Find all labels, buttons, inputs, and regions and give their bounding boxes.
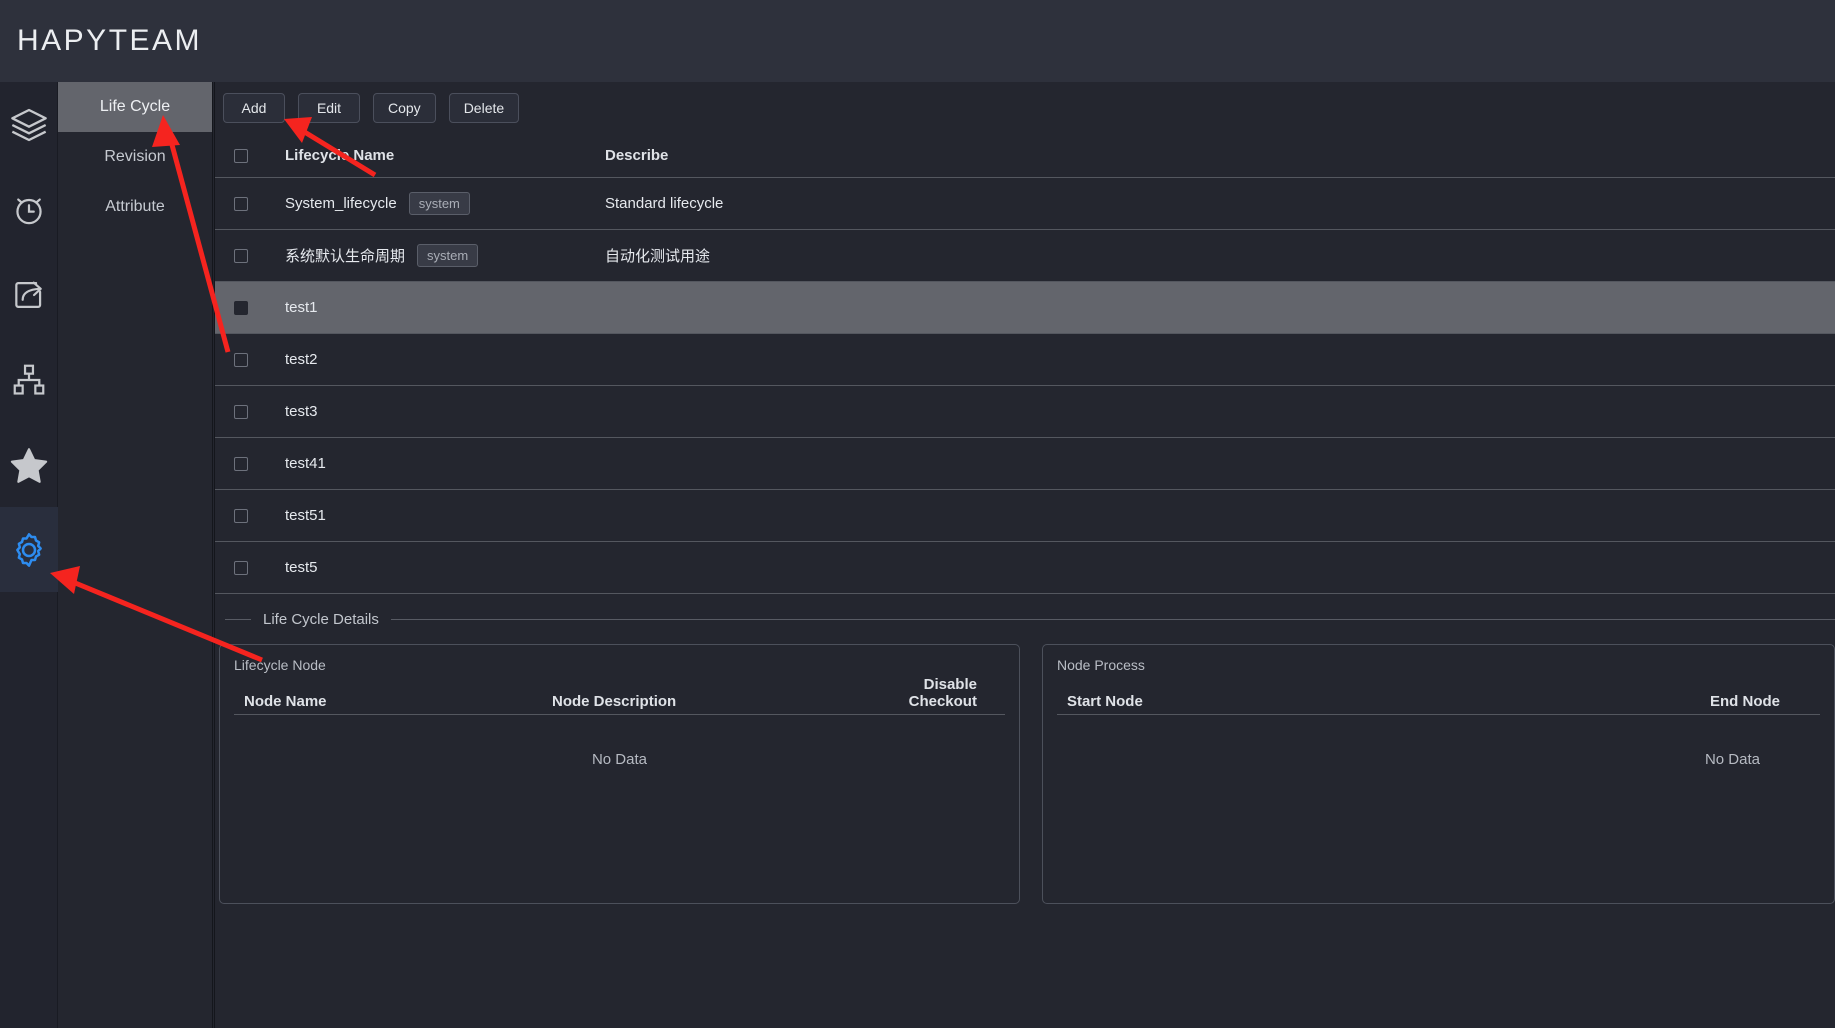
icon-rail bbox=[0, 82, 58, 1028]
cell-lifecycle-name: test41 bbox=[285, 455, 605, 472]
star-icon bbox=[8, 444, 50, 486]
gear-icon bbox=[9, 530, 49, 570]
table-row[interactable]: test3 bbox=[215, 386, 1835, 438]
divider-line bbox=[390, 618, 1835, 620]
row-checkbox-checked[interactable] bbox=[234, 300, 248, 315]
header-node-description: Node Description bbox=[552, 693, 677, 710]
app-root: HAPYTEAM Life Cycle Revision Attribute A… bbox=[0, 0, 1835, 1028]
cell-lifecycle-name: test51 bbox=[285, 507, 605, 524]
lifecycle-name-text: test51 bbox=[285, 507, 326, 524]
header-lifecycle-name: Lifecycle Name bbox=[285, 147, 395, 164]
cell-describe: 自动化测试用途 bbox=[605, 248, 711, 265]
add-button[interactable]: Add bbox=[223, 93, 285, 123]
node-process-panel-title: Node Process bbox=[1056, 657, 1145, 673]
system-tag: system bbox=[408, 192, 470, 215]
lifecycle-name-text: 系统默认生命周期 bbox=[285, 248, 406, 265]
table-row[interactable]: test2 bbox=[215, 334, 1835, 386]
detail-panels: Lifecycle Node Node Name Node Descriptio… bbox=[215, 644, 1835, 904]
lifecycle-name-text: test41 bbox=[285, 455, 326, 472]
table-row[interactable]: test5 bbox=[215, 542, 1835, 594]
sidebar-item-life-cycle[interactable]: Life Cycle bbox=[58, 82, 212, 132]
lifecycle-table: Lifecycle Name Describe System_lifecycle… bbox=[215, 134, 1835, 594]
row-checkbox[interactable] bbox=[234, 248, 248, 263]
cell-describe: Standard lifecycle bbox=[605, 195, 724, 212]
cell-lifecycle-name: test5 bbox=[285, 559, 605, 576]
delete-button[interactable]: Delete bbox=[448, 93, 520, 123]
table-row[interactable]: test41 bbox=[215, 438, 1835, 490]
row-checkbox[interactable] bbox=[234, 456, 248, 471]
table-row[interactable]: System_lifecycle system Standard lifecyc… bbox=[215, 178, 1835, 230]
share-icon bbox=[10, 276, 48, 314]
header-end-node: End Node bbox=[1710, 693, 1780, 710]
divider-dash bbox=[225, 618, 251, 620]
table-row[interactable]: test51 bbox=[215, 490, 1835, 542]
lifecycle-node-panel: Lifecycle Node Node Name Node Descriptio… bbox=[219, 644, 1020, 904]
header-describe: Describe bbox=[605, 147, 669, 164]
row-select-cell[interactable] bbox=[215, 560, 285, 575]
row-select-cell[interactable] bbox=[215, 404, 285, 419]
clock-icon bbox=[10, 191, 48, 229]
node-process-panel: Node Process Start Node End Node No Data bbox=[1041, 644, 1835, 904]
copy-button[interactable]: Copy bbox=[373, 93, 436, 123]
rail-item-clock[interactable] bbox=[0, 167, 58, 252]
sidebar-item-revision[interactable]: Revision bbox=[58, 132, 212, 182]
row-checkbox[interactable] bbox=[234, 404, 248, 419]
life-cycle-details-title: Life Cycle Details bbox=[263, 610, 379, 628]
rail-item-star[interactable] bbox=[0, 422, 58, 507]
row-checkbox[interactable] bbox=[234, 560, 248, 575]
row-select-cell[interactable] bbox=[215, 300, 285, 315]
row-select-cell[interactable] bbox=[215, 508, 285, 523]
system-tag: system bbox=[417, 244, 479, 267]
main-content: Add Edit Copy Delete Lifecycle Name Desc… bbox=[214, 82, 1835, 1028]
row-checkbox[interactable] bbox=[234, 196, 248, 211]
lifecycle-name-text: test5 bbox=[285, 559, 318, 576]
sitemap-icon bbox=[10, 361, 48, 399]
node-process-table-header: Start Node End Node bbox=[1056, 685, 1820, 715]
row-checkbox[interactable] bbox=[234, 508, 248, 523]
table-row-selected[interactable]: test1 bbox=[215, 282, 1835, 334]
select-all-cell[interactable] bbox=[215, 148, 285, 163]
lifecycle-name-text: System_lifecycle bbox=[285, 195, 397, 212]
table-header-row: Lifecycle Name Describe bbox=[215, 134, 1835, 178]
row-checkbox[interactable] bbox=[234, 352, 248, 367]
header-node-name: Node Name bbox=[244, 693, 327, 710]
rail-item-sitemap[interactable] bbox=[0, 337, 58, 422]
cell-lifecycle-name: test1 bbox=[285, 299, 605, 316]
life-cycle-details-divider: Life Cycle Details bbox=[215, 594, 1835, 644]
lifecycle-name-text: test3 bbox=[285, 403, 318, 420]
cell-lifecycle-name: test3 bbox=[285, 403, 605, 420]
rail-item-share[interactable] bbox=[0, 252, 58, 337]
edit-button[interactable]: Edit bbox=[298, 93, 360, 123]
lifecycle-node-panel-title: Lifecycle Node bbox=[234, 657, 326, 673]
top-bar: HAPYTEAM bbox=[0, 0, 1835, 82]
row-select-cell[interactable] bbox=[215, 248, 285, 263]
action-toolbar: Add Edit Copy Delete bbox=[215, 82, 1835, 134]
lifecycle-node-empty-state: No Data bbox=[591, 751, 647, 768]
row-select-cell[interactable] bbox=[215, 196, 285, 211]
sidebar-item-attribute[interactable]: Attribute bbox=[58, 182, 212, 232]
cell-lifecycle-name: System_lifecycle system bbox=[285, 192, 605, 215]
lifecycle-name-text: test2 bbox=[285, 351, 318, 368]
secondary-menu: Life Cycle Revision Attribute bbox=[58, 82, 213, 1028]
node-process-empty-state: No Data bbox=[1704, 751, 1760, 768]
rail-item-settings[interactable] bbox=[0, 507, 58, 592]
lifecycle-name-text: test1 bbox=[285, 299, 318, 316]
rail-item-layers[interactable] bbox=[0, 82, 58, 167]
header-start-node: Start Node bbox=[1066, 693, 1143, 710]
row-select-cell[interactable] bbox=[215, 456, 285, 471]
layers-icon bbox=[9, 105, 49, 145]
select-all-checkbox[interactable] bbox=[234, 148, 248, 163]
cell-lifecycle-name: 系统默认生命周期 system bbox=[285, 244, 605, 267]
cell-lifecycle-name: test2 bbox=[285, 351, 605, 368]
row-select-cell[interactable] bbox=[215, 352, 285, 367]
header-disable-checkout: Disable Checkout bbox=[908, 676, 977, 710]
table-row[interactable]: 系统默认生命周期 system 自动化测试用途 bbox=[215, 230, 1835, 282]
lifecycle-node-table-header: Node Name Node Description Disable Check… bbox=[234, 676, 1005, 715]
app-brand-title: HAPYTEAM bbox=[17, 24, 203, 57]
